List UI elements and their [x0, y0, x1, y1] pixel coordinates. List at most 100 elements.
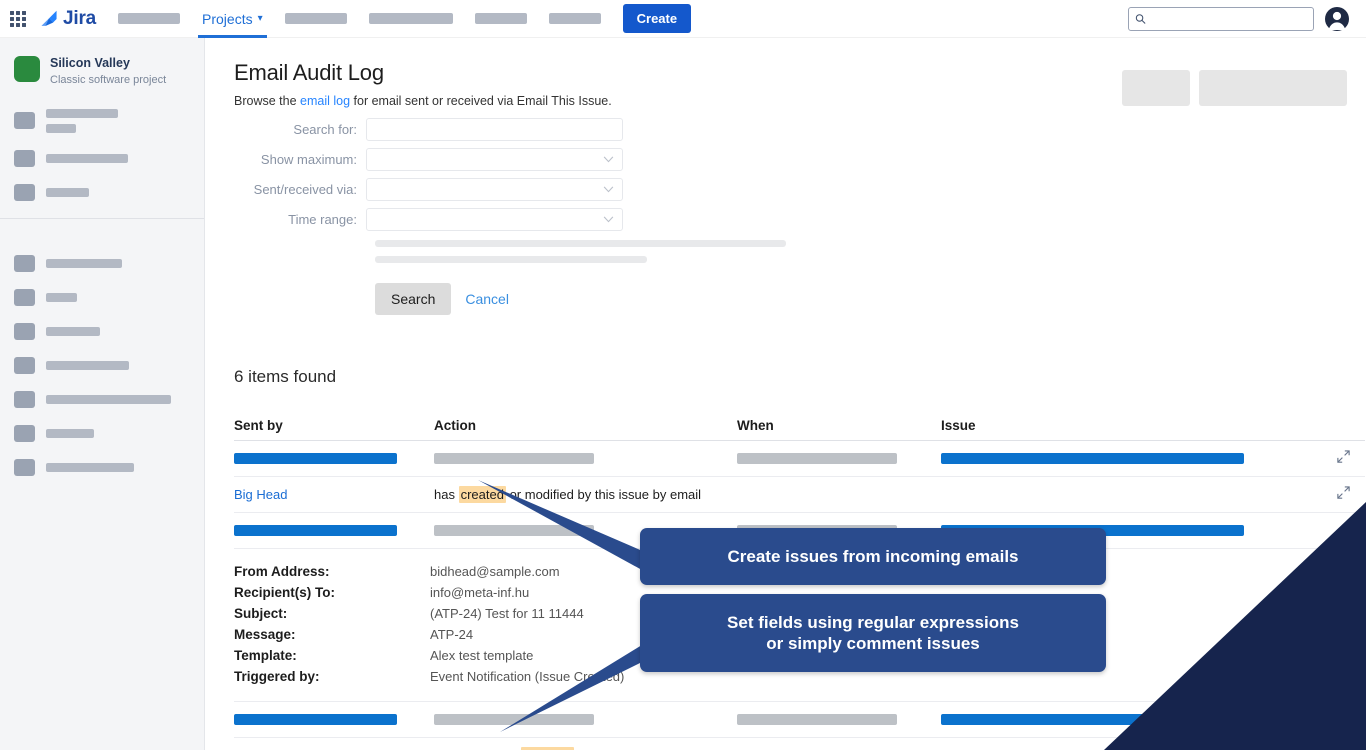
sidebar-item-label-placeholder [46, 188, 89, 197]
redacted-bar-when [737, 714, 897, 725]
cell-when [737, 714, 941, 725]
create-button[interactable]: Create [623, 4, 691, 33]
chevron-down-icon [603, 186, 614, 193]
sidebar-item-2[interactable] [0, 184, 204, 201]
cell-sent-by: Big Head [234, 486, 434, 504]
redacted-bar-when [737, 453, 897, 464]
header-placeholder-button-2[interactable] [1199, 70, 1347, 106]
sidebar-project-header[interactable]: Silicon Valley Classic software project [0, 56, 204, 87]
sidebar-label-bar [46, 124, 76, 133]
column-header-sent-by: Sent by [234, 418, 434, 433]
sidebar-item-label-placeholder [46, 109, 118, 133]
form-actions: Search Cancel [375, 283, 1366, 315]
nav-placeholder-2[interactable] [285, 13, 347, 24]
search-button[interactable]: Search [375, 283, 451, 315]
nav-placeholder-4[interactable] [475, 13, 527, 24]
callout-create-issues: Create issues from incoming emails [640, 528, 1106, 585]
form-placeholder-line-2 [375, 256, 647, 263]
nav-placeholder-1[interactable] [118, 13, 180, 24]
select-show-maximum[interactable] [366, 148, 623, 171]
user-avatar[interactable] [1324, 6, 1350, 32]
sidebar-item-secondary-1[interactable] [0, 289, 204, 306]
table-row[interactable]: Big Headhas created or modified by this … [234, 477, 1365, 513]
callout-set-fields: Set fields using regular expressions or … [640, 594, 1106, 672]
form-row-1: Show maximum: [234, 148, 1366, 171]
jira-mark-icon [38, 8, 60, 30]
search-for-input-field[interactable] [367, 123, 614, 137]
sidebar-item-label-placeholder [46, 154, 128, 163]
sent-by-link[interactable]: Big Head [234, 487, 287, 502]
apps-grid-icon[interactable] [10, 11, 26, 27]
sidebar-item-label-placeholder [46, 395, 171, 404]
select-sent-received-via[interactable] [366, 178, 623, 201]
redacted-bar-action [434, 453, 594, 464]
redacted-bar-issue [941, 714, 1244, 725]
sidebar-item-secondary-0[interactable] [0, 255, 204, 272]
detail-key: Triggered by: [234, 666, 430, 687]
cell-issue [941, 714, 1336, 725]
sidebar-item-icon [14, 255, 35, 272]
project-avatar [14, 56, 40, 82]
nav-placeholder-3[interactable] [369, 13, 453, 24]
redacted-bar-sent-by [234, 525, 397, 536]
form-row-3: Time range: [234, 208, 1366, 231]
cell-sent-by [234, 525, 434, 536]
sidebar-item-1[interactable] [0, 150, 204, 167]
cell-expand[interactable] [1336, 521, 1365, 541]
table-row[interactable] [234, 441, 1365, 477]
nav-placeholder-5[interactable] [549, 13, 601, 24]
page-description-prefix: Browse the [234, 94, 300, 108]
expand-icon[interactable] [1336, 485, 1351, 500]
select-time-range[interactable] [366, 208, 623, 231]
sidebar-item-label-placeholder [46, 293, 77, 302]
tab-projects[interactable]: Projects ▾ [202, 0, 263, 38]
table-row[interactable] [234, 702, 1365, 738]
search-input[interactable] [1146, 12, 1307, 26]
expand-icon[interactable] [1336, 449, 1351, 464]
callout-2-line1: Set fields using regular expressions [727, 612, 1019, 633]
redacted-bar-sent-by [234, 714, 397, 725]
email-log-link[interactable]: email log [300, 94, 350, 108]
redacted-bar-sent-by [234, 453, 397, 464]
cell-action [434, 453, 737, 464]
cell-expand[interactable] [1336, 485, 1365, 505]
chevron-down-icon: ▾ [258, 13, 263, 24]
sidebar-item-secondary-2[interactable] [0, 323, 204, 340]
sidebar-label-bar [46, 259, 122, 268]
cell-sent-by: Big Head [234, 747, 434, 750]
sidebar-label-bar [46, 154, 128, 163]
search-for-input[interactable] [366, 118, 623, 141]
sidebar-item-label-placeholder [46, 463, 134, 472]
sidebar-item-icon [14, 323, 35, 340]
sidebar-label-bar [46, 109, 118, 118]
action-highlight: modified [521, 747, 574, 750]
cell-action: has created or modified by this issue by… [434, 747, 1040, 750]
global-search-box[interactable] [1128, 7, 1314, 31]
project-type: Classic software project [50, 73, 166, 87]
sidebar-label-bar [46, 429, 94, 438]
page-title: Email Audit Log [234, 60, 1366, 86]
callout-pointer-2 [490, 640, 660, 740]
sidebar-item-secondary-3[interactable] [0, 357, 204, 374]
action-text: has created or modified by this issue by… [434, 747, 701, 750]
sidebar-label-bar [46, 293, 77, 302]
sidebar-item-secondary-5[interactable] [0, 425, 204, 442]
search-icon [1135, 13, 1146, 25]
table-header-row: Sent by Action When Issue [234, 411, 1365, 441]
sidebar-item-0[interactable] [0, 109, 204, 133]
cell-expand[interactable] [1336, 449, 1365, 469]
cancel-link[interactable]: Cancel [465, 291, 509, 307]
app-root: Jira Projects ▾ Create [0, 0, 1366, 750]
expand-icon[interactable] [1336, 521, 1351, 536]
sidebar-item-secondary-6[interactable] [0, 459, 204, 476]
form-row-2: Sent/received via: [234, 178, 1366, 201]
table-body-bottom: Big Headhas created or modified by this … [234, 702, 1365, 750]
column-header-when: When [737, 418, 941, 433]
header-placeholder-button-1[interactable] [1122, 70, 1190, 106]
jira-logo[interactable]: Jira [38, 8, 96, 30]
page-description: Browse the email log for email sent or r… [234, 94, 1366, 108]
audit-search-form: Search for:Show maximum:Sent/received vi… [234, 118, 1366, 231]
table-row[interactable]: Big Headhas created or modified by this … [234, 738, 1365, 750]
sidebar-item-secondary-4[interactable] [0, 391, 204, 408]
tab-projects-label: Projects [202, 11, 253, 27]
